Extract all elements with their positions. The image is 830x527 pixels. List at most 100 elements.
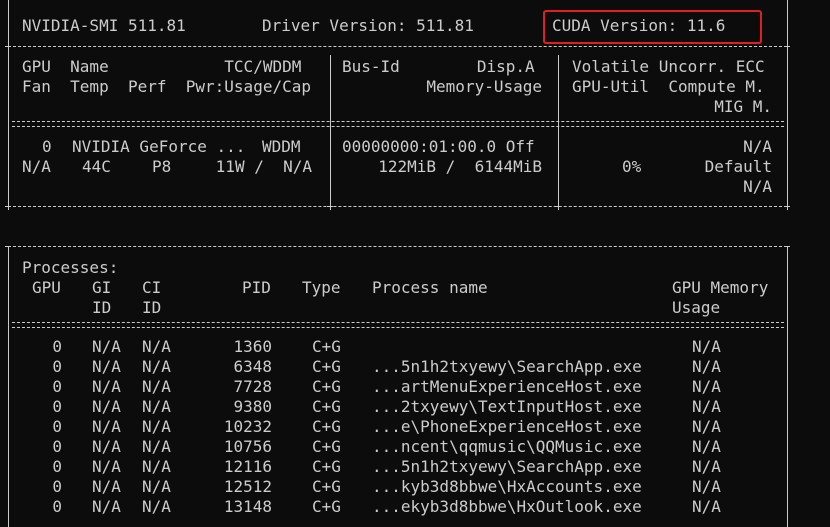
process-name: ...ncent\qqmusic\QQMusic.exe [372, 437, 642, 456]
process-gi: N/A [92, 457, 121, 476]
process-gpu: 0 [52, 417, 62, 436]
plus-mark [5, 206, 11, 207]
process-row: 0 N/A N/A 12116 C+G ...5n1h2txyewy\SearchApp.… [0, 457, 830, 477]
processes-header-row-2: ID ID Usage [0, 298, 830, 318]
gpu-row-2: N/A 44C P8 11W / N/A 122MiB / 6144MiB 0%… [0, 157, 830, 177]
col2-header-1: Bus-Id Disp.A [342, 57, 535, 76]
process-gpu: 0 [52, 397, 62, 416]
process-ci: N/A [142, 377, 171, 396]
process-ci: N/A [142, 437, 171, 456]
plus-mark [555, 206, 561, 207]
process-pid: 13148 [223, 497, 272, 516]
process-type: C+G [312, 497, 341, 516]
col3-header-1: Volatile Uncorr. ECC [572, 57, 765, 76]
process-type: C+G [312, 477, 341, 496]
process-name: ...2txyewy\TextInputHost.exe [372, 397, 642, 416]
process-type: C+G [312, 437, 341, 456]
process-ci: N/A [142, 417, 171, 436]
process-row: 0 N/A N/A 13148 C+G ...ekyb3d8bbwe\HxOutlook.… [0, 497, 830, 517]
process-gi: N/A [92, 397, 121, 416]
gpu-index: 0 [42, 137, 52, 156]
gpu-row-1: 0 NVIDIA GeForce ... WDDM 00000000:01:00… [0, 137, 830, 157]
process-gpu: 0 [52, 477, 62, 496]
processes-header-row-1: GPU GI CI PID Type Process name GPU Memo… [0, 278, 830, 298]
process-mem: N/A [692, 337, 721, 356]
gpu-header-separator [12, 121, 784, 127]
processes-top-border [8, 246, 787, 247]
processes-title-line: Processes: [0, 258, 830, 278]
driver-version: Driver Version: 511.81 [262, 16, 474, 35]
proc-header-gi: GI [92, 278, 112, 297]
proc-header-pid: PID [242, 278, 271, 297]
proc-header-gi-id: ID [92, 298, 112, 317]
process-pid: 6348 [233, 357, 272, 376]
gpu-header-row-2: Fan Temp Perf Pwr:Usage/Cap Memory-Usage… [0, 77, 830, 97]
gpu-row-3: N/A [0, 177, 830, 197]
process-gpu: 0 [52, 377, 62, 396]
process-mem: N/A [692, 417, 721, 436]
process-ci: N/A [142, 477, 171, 496]
process-ci: N/A [142, 457, 171, 476]
col3-header-3: MIG M. [714, 97, 772, 116]
process-gpu: 0 [52, 337, 62, 356]
process-gpu: 0 [52, 437, 62, 456]
compute-mode-value: Default [704, 157, 772, 176]
process-row: 0 N/A N/A 10756 C+G ...ncent\qqmusic\QQMusic.… [0, 437, 830, 457]
proc-header-mem-usage: Usage [672, 298, 721, 317]
process-type: C+G [312, 377, 341, 396]
process-name: ...5n1h2txyewy\SearchApp.exe [372, 357, 642, 376]
memory-usage-value: 122MiB / 6144MiB [378, 157, 542, 176]
terminal-window: NVIDIA-SMI 511.81 Driver Version: 511.81… [0, 0, 830, 527]
process-gpu: 0 [52, 357, 62, 376]
col3-header-2: GPU-Util Compute M. [572, 77, 765, 96]
gpu-name: NVIDIA GeForce ... [72, 137, 246, 156]
process-pid: 1360 [233, 337, 272, 356]
proc-header-gpu: GPU [32, 278, 61, 297]
process-name: ...artMenuExperienceHost.exe [372, 377, 642, 396]
process-ci: N/A [142, 357, 171, 376]
process-gpu: 0 [52, 457, 62, 476]
process-pid: 12512 [223, 477, 272, 496]
process-pid: 10232 [223, 417, 272, 436]
smi-version: NVIDIA-SMI 511.81 [22, 16, 186, 35]
col2-header-2: Memory-Usage [426, 77, 542, 96]
process-name: ...e\PhoneExperienceHost.exe [372, 417, 642, 436]
proc-header-name: Process name [372, 278, 488, 297]
processes-title: Processes: [22, 258, 119, 277]
proc-header-type: Type [302, 278, 341, 297]
process-row: 0 N/A N/A 10232 C+G ...e\PhoneExperienceHost.… [0, 417, 830, 437]
process-gi: N/A [92, 477, 121, 496]
plus-mark [784, 206, 790, 207]
plus-mark [784, 46, 790, 47]
process-ci: N/A [142, 497, 171, 516]
gpu-header-row-3: MIG M. [0, 97, 830, 117]
process-row: 0 N/A N/A 7728 C+G ...artMenuExperienceHost.e… [0, 377, 830, 397]
process-type: C+G [312, 337, 341, 356]
process-gi: N/A [92, 377, 121, 396]
process-gi: N/A [92, 497, 121, 516]
process-name: ...kyb3d8bbwe\HxAccounts.exe [372, 477, 642, 496]
process-row: 0 N/A N/A 9380 C+G ...2txyewy\TextInputHost.e… [0, 397, 830, 417]
process-name: ...5n1h2txyewy\SearchApp.exe [372, 457, 642, 476]
process-pid: 9380 [233, 397, 272, 416]
header-separator [8, 46, 787, 47]
process-row: 0 N/A N/A 12512 C+G ...kyb3d8bbwe\HxAccounts.… [0, 477, 830, 497]
process-type: C+G [312, 417, 341, 436]
process-mem: N/A [692, 397, 721, 416]
process-gi: N/A [92, 357, 121, 376]
mig-value: N/A [743, 177, 772, 196]
process-pid: 10756 [223, 437, 272, 456]
process-gpu: 0 [52, 497, 62, 516]
process-row: 0 N/A N/A 1360 C+G N/A [0, 337, 830, 357]
temp-value: 44C [82, 157, 111, 176]
process-mem: N/A [692, 477, 721, 496]
process-mem: N/A [692, 377, 721, 396]
proc-header-ci: CI [142, 278, 162, 297]
process-ci: N/A [142, 397, 171, 416]
process-mem: N/A [692, 437, 721, 456]
process-mem: N/A [692, 357, 721, 376]
col1-header-1: GPU Name TCC/WDDM [22, 57, 302, 76]
process-gi: N/A [92, 437, 121, 456]
power-value: 11W / N/A [215, 157, 312, 176]
gpu-mode: WDDM [262, 137, 301, 156]
